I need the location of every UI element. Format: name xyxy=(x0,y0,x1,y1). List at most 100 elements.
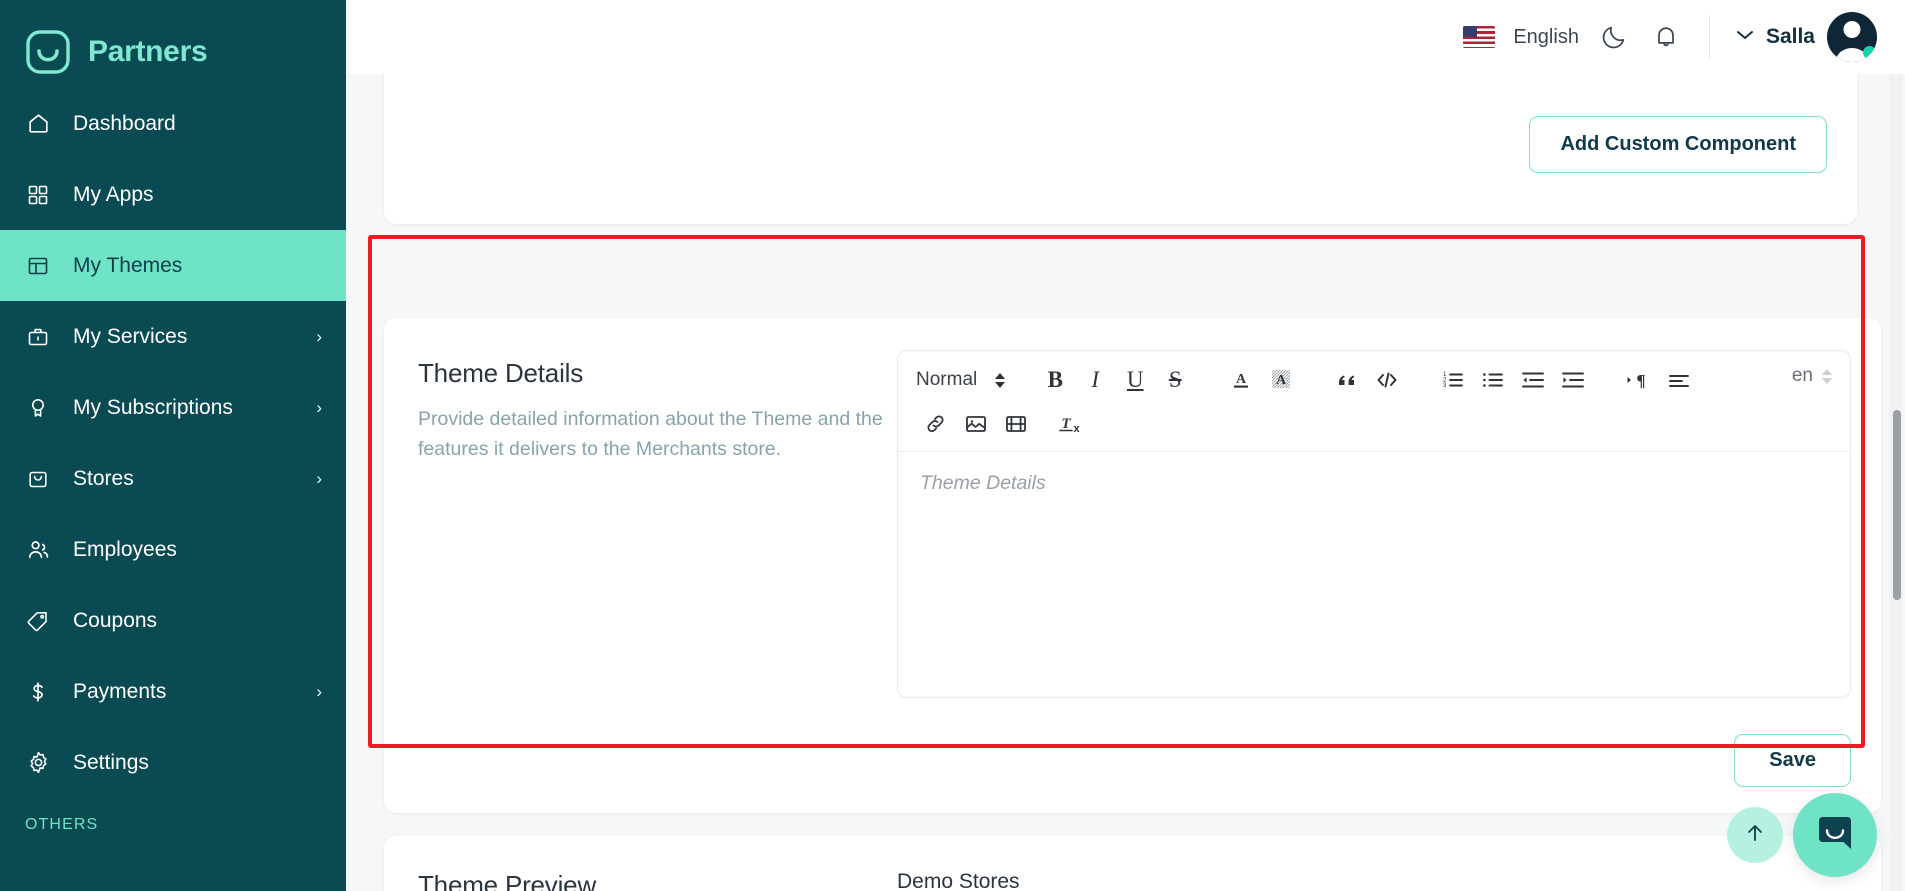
users-icon xyxy=(25,537,51,563)
format-select[interactable]: Normal xyxy=(916,369,1006,391)
sidebar-item-payments[interactable]: Payments › xyxy=(0,656,346,727)
chevron-right-icon: › xyxy=(316,682,322,701)
avatar[interactable] xyxy=(1827,12,1877,62)
briefcase-icon xyxy=(25,324,51,350)
tag-icon xyxy=(25,608,51,634)
chevron-updown-icon xyxy=(1822,368,1832,384)
topbar: English Salla xyxy=(346,0,1905,74)
dollar-icon xyxy=(25,679,51,705)
underline-icon[interactable]: U xyxy=(1115,363,1155,397)
app-root: Partners Dashboard My Apps My Themes My … xyxy=(0,0,1905,891)
chevron-right-icon: › xyxy=(316,327,322,346)
content-scroll: Add Custom Component Theme Details Provi… xyxy=(346,68,1905,891)
badge-icon xyxy=(25,395,51,421)
text-direction-icon[interactable]: ¶ xyxy=(1619,363,1659,397)
svg-text:T: T xyxy=(1061,416,1071,432)
svg-text:A: A xyxy=(1236,372,1247,387)
user-name: Salla xyxy=(1765,25,1815,48)
chevron-right-icon: › xyxy=(316,398,322,417)
arrow-up-icon xyxy=(1743,821,1767,850)
sidebar-item-label: My Services xyxy=(73,324,188,348)
scrollbar-thumb[interactable] xyxy=(1893,410,1901,600)
theme-details-info: Theme Details Provide detailed informati… xyxy=(418,350,883,785)
text-color-icon[interactable]: A xyxy=(1221,363,1261,397)
demo-stores-info: Demo Stores Select a Demo Store to previ… xyxy=(883,870,1851,891)
moon-icon[interactable] xyxy=(1597,20,1631,54)
brand[interactable]: Partners xyxy=(0,0,346,80)
chevron-down-icon xyxy=(1736,28,1754,46)
chat-bubble-icon xyxy=(1813,811,1857,860)
scroll-to-top-button[interactable] xyxy=(1727,807,1783,863)
background-color-icon[interactable]: A xyxy=(1261,363,1301,397)
sidebar-item-label: Coupons xyxy=(73,608,158,632)
svg-text:x: x xyxy=(1073,423,1080,435)
theme-preview-title: Theme Preview xyxy=(418,870,597,891)
editor-language-select[interactable]: en xyxy=(1792,365,1832,387)
ordered-list-icon[interactable]: 1 2 3 xyxy=(1433,363,1473,397)
sidebar-item-stores[interactable]: Stores › xyxy=(0,443,346,514)
editor-placeholder: Theme Details xyxy=(920,472,1046,494)
link-icon[interactable] xyxy=(916,407,956,441)
sidebar-item-label: Stores xyxy=(73,466,134,490)
theme-details-editor-wrap: Normal B I U S A A 1 2 3 ¶ T x en Theme … xyxy=(883,350,1851,787)
italic-icon[interactable]: I xyxy=(1075,363,1115,397)
image-icon[interactable] xyxy=(956,407,996,441)
language-label[interactable]: English xyxy=(1513,26,1579,49)
gear-icon xyxy=(25,750,51,776)
sidebar-item-label: Settings xyxy=(73,750,149,774)
chat-button[interactable] xyxy=(1793,793,1877,877)
align-icon[interactable] xyxy=(1659,363,1699,397)
sidebar-item-label: My Apps xyxy=(73,182,154,206)
sidebar-item-label: Dashboard xyxy=(73,111,176,135)
sidebar: Partners Dashboard My Apps My Themes My … xyxy=(0,0,346,891)
sidebar-item-label: Payments xyxy=(73,679,167,703)
salla-logo-icon xyxy=(25,29,71,75)
sidebar-item-my-subscriptions[interactable]: My Subscriptions › xyxy=(0,372,346,443)
user-menu[interactable]: Salla xyxy=(1736,12,1877,62)
theme-details-textarea[interactable]: Theme Details xyxy=(898,452,1850,697)
bell-icon[interactable] xyxy=(1649,20,1683,54)
sidebar-item-dashboard[interactable]: Dashboard xyxy=(0,88,346,159)
editor-toolbar: Normal B I U S A A 1 2 3 ¶ T x en xyxy=(898,351,1850,452)
add-custom-component-button[interactable]: Add Custom Component xyxy=(1529,116,1827,173)
clear-format-icon[interactable]: T x xyxy=(1050,407,1090,441)
bullet-list-icon[interactable] xyxy=(1473,363,1513,397)
components-card: Add Custom Component xyxy=(384,68,1857,224)
sidebar-item-label: Employees xyxy=(73,537,177,561)
outdent-icon[interactable] xyxy=(1513,363,1553,397)
sidebar-item-my-themes[interactable]: My Themes xyxy=(0,230,346,301)
bold-icon[interactable]: B xyxy=(1035,363,1075,397)
strikethrough-icon[interactable]: S xyxy=(1155,363,1195,397)
sidebar-item-label: My Subscriptions xyxy=(73,395,233,419)
store-bag-icon xyxy=(25,466,51,492)
video-icon[interactable] xyxy=(996,407,1036,441)
home-icon xyxy=(25,111,51,137)
editor-toolbar-row-1: Normal B I U S A A 1 2 3 ¶ xyxy=(916,363,1834,397)
editor-language-code: en xyxy=(1791,365,1813,386)
code-block-icon[interactable] xyxy=(1367,363,1407,397)
sidebar-item-my-apps[interactable]: My Apps xyxy=(0,159,346,230)
svg-text:3: 3 xyxy=(1443,383,1447,389)
editor-toolbar-row-2: T x xyxy=(916,407,1834,441)
main-area: English Salla Add Custom Component Theme… xyxy=(346,0,1905,891)
svg-text:¶: ¶ xyxy=(1637,371,1646,390)
format-select-value: Normal xyxy=(916,369,978,390)
save-button[interactable]: Save xyxy=(1734,734,1851,787)
sidebar-item-my-services[interactable]: My Services › xyxy=(0,301,346,372)
brand-name: Partners xyxy=(88,34,208,68)
sidebar-item-employees[interactable]: Employees xyxy=(0,514,346,585)
topbar-divider xyxy=(1708,15,1710,59)
theme-details-description: Provide detailed information about the T… xyxy=(418,408,883,460)
blockquote-icon[interactable] xyxy=(1327,363,1367,397)
sidebar-section-others: OTHERS xyxy=(25,816,99,833)
sidebar-nav: Dashboard My Apps My Themes My Services … xyxy=(0,88,346,834)
chevron-updown-icon xyxy=(995,372,1006,388)
sidebar-item-settings[interactable]: Settings xyxy=(0,727,346,798)
indent-icon[interactable] xyxy=(1553,363,1593,397)
chevron-right-icon: › xyxy=(316,469,322,488)
theme-preview-card: Theme Preview You can use the theme prev… xyxy=(384,836,1881,891)
sidebar-item-coupons[interactable]: Coupons xyxy=(0,585,346,656)
demo-stores-title: Demo Stores xyxy=(897,870,1020,891)
us-flag-icon[interactable] xyxy=(1463,26,1496,48)
rich-text-editor: Normal B I U S A A 1 2 3 ¶ T x en Theme … xyxy=(897,350,1851,698)
